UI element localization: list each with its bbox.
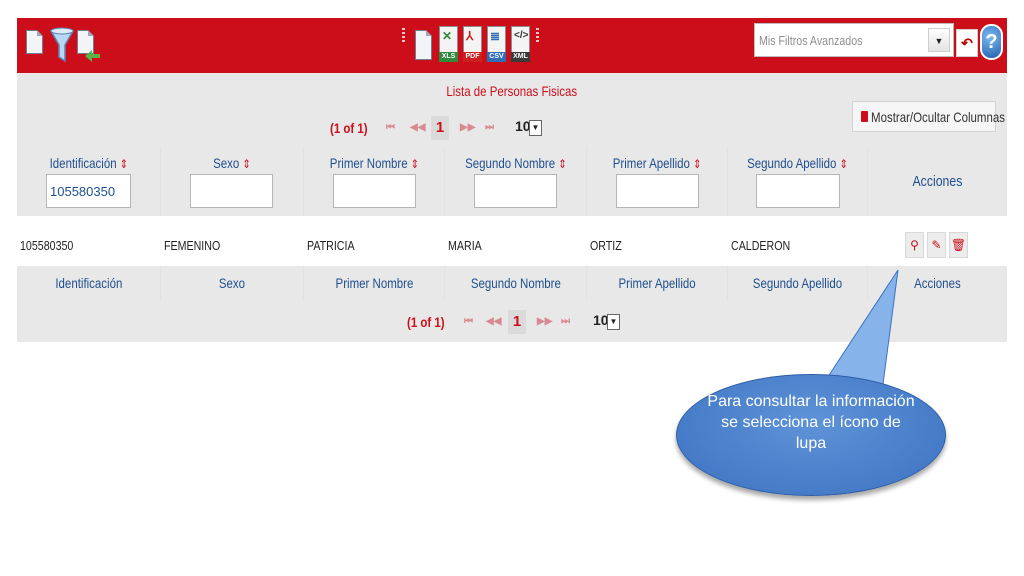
callout-bubble: Para consultar la información se selecci…: [676, 374, 946, 496]
callout-text: Para consultar la información se selecci…: [707, 393, 915, 452]
